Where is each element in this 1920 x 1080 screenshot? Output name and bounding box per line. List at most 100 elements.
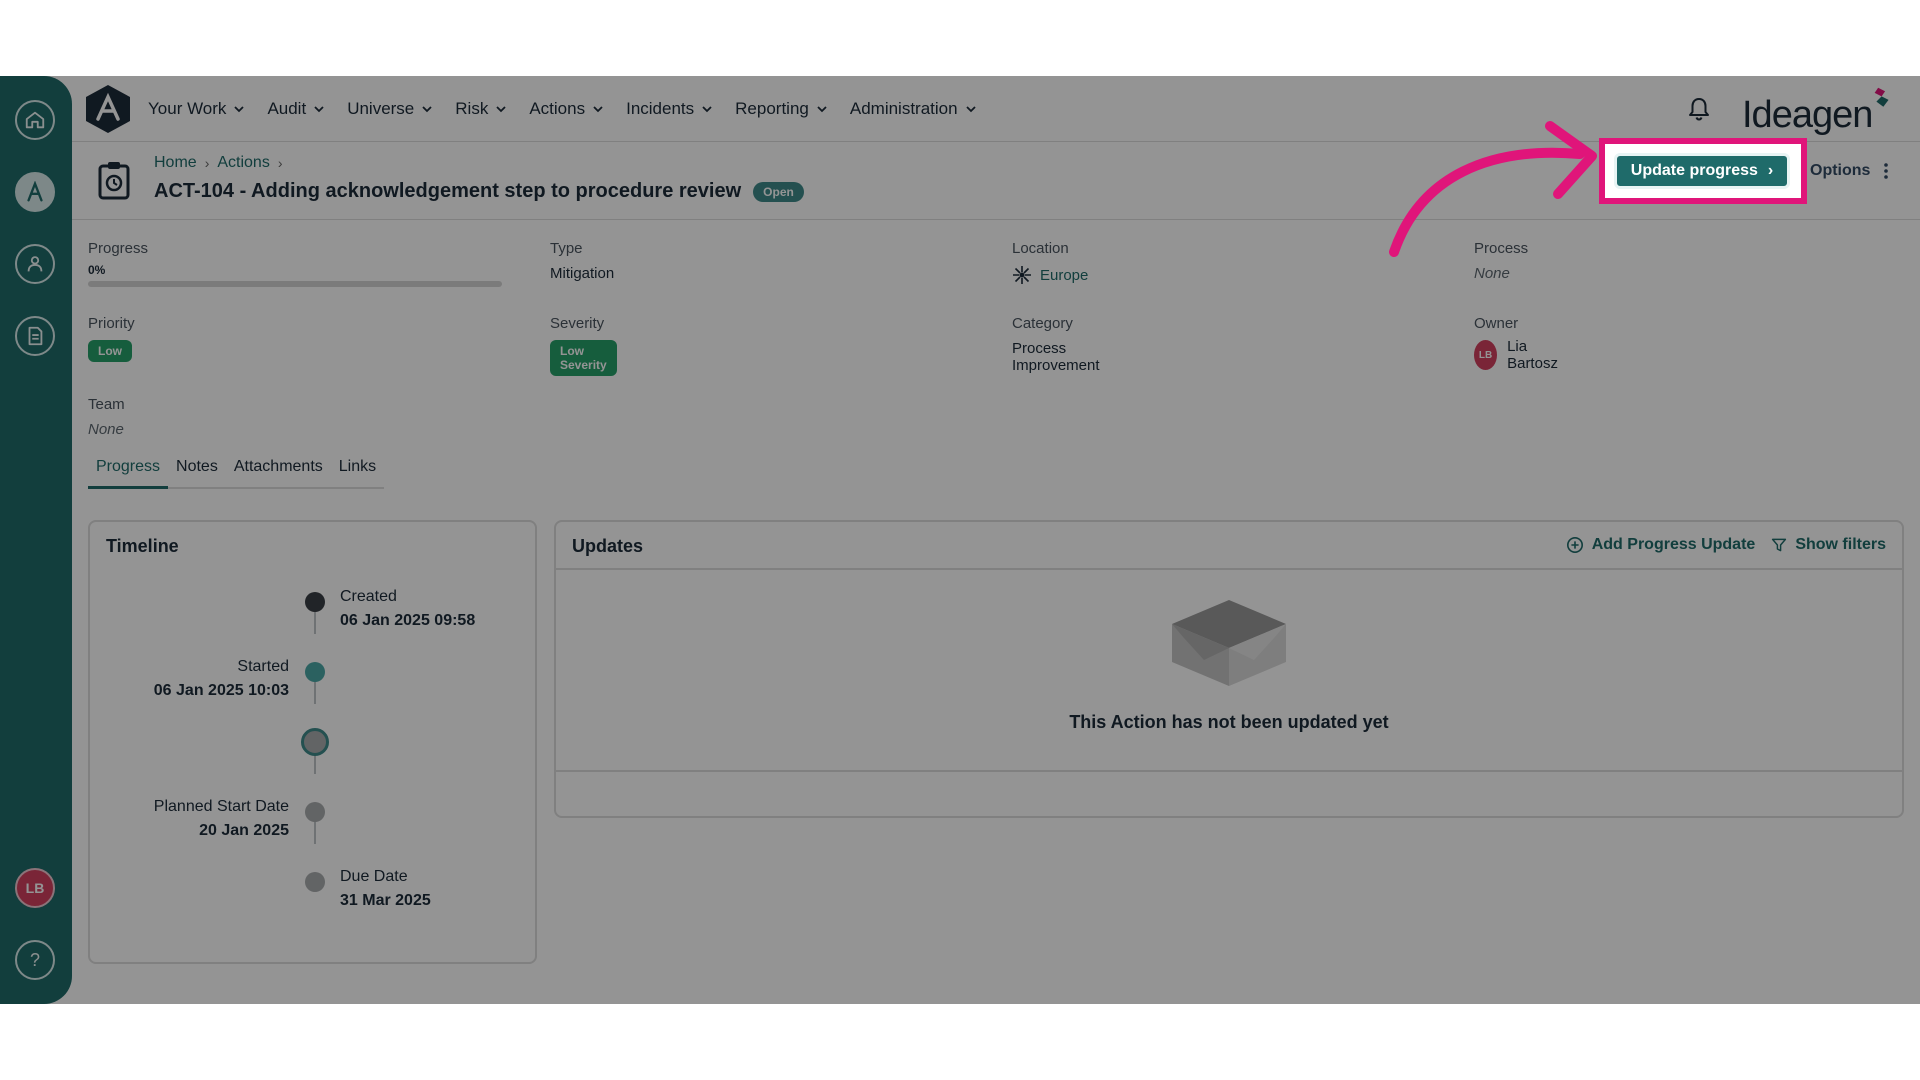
- breadcrumb-home-link[interactable]: Home: [154, 154, 197, 172]
- timeline-event-label: Planned Start Date: [153, 798, 289, 815]
- nav-administration-label: Administration: [849, 99, 958, 118]
- field-owner-value: Lia Bartosz: [1507, 338, 1558, 372]
- brand-logo: Ideagen: [1742, 86, 1892, 136]
- user-avatar[interactable]: LB: [15, 868, 55, 908]
- options-label: Options: [1810, 162, 1871, 179]
- nav-risk[interactable]: Risk: [455, 99, 507, 119]
- sidebar-home-button[interactable]: [15, 100, 55, 140]
- breadcrumb-chevron-icon: ›: [277, 155, 283, 171]
- field-type-label: Type: [550, 240, 583, 257]
- field-team-label: Team: [88, 396, 125, 413]
- update-progress-label: Update progress: [1630, 162, 1758, 179]
- timeline-event-label: Due Date: [340, 868, 408, 885]
- timeline-event-date: 06 Jan 2025 09:58: [340, 612, 476, 629]
- filter-icon: [1772, 538, 1787, 552]
- field-team: Team None: [88, 396, 125, 438]
- nav-your-work[interactable]: Your Work: [148, 99, 245, 119]
- progress-bar: [88, 281, 502, 287]
- nav-audit-label: Audit: [267, 99, 307, 118]
- sidebar-app-button[interactable]: [15, 172, 55, 212]
- breadcrumb-actions-link[interactable]: Actions: [217, 154, 269, 172]
- nav-audit[interactable]: Audit: [267, 99, 325, 119]
- tab-progress[interactable]: Progress: [88, 458, 169, 489]
- timeline-event-created: Created 06 Jan 2025 09:58: [340, 588, 475, 630]
- action-clipboard-icon: [98, 162, 130, 200]
- timeline-dot-planned-start: [305, 802, 325, 822]
- nav-actions-label: Actions: [529, 99, 586, 118]
- nav-incidents[interactable]: Incidents: [626, 99, 713, 119]
- options-menu-button[interactable]: Options: [1810, 162, 1889, 180]
- detail-tabs: Progress Notes Attachments Links: [88, 458, 385, 489]
- timeline-title: Timeline: [106, 536, 179, 556]
- nav-universe[interactable]: Universe: [347, 99, 433, 119]
- nav-actions[interactable]: Actions: [529, 99, 604, 119]
- progress-percent: 0%: [88, 263, 106, 277]
- chevron-down-icon: [234, 106, 245, 113]
- more-vertical-icon: [1884, 163, 1889, 179]
- timeline-event-label: Started: [237, 658, 289, 675]
- nav-universe-label: Universe: [347, 99, 415, 118]
- app-logo-icon[interactable]: [84, 83, 132, 135]
- main-menu: Your Work Audit Universe Risk Actions In…: [148, 76, 977, 142]
- field-category-label: Category: [1012, 315, 1073, 332]
- chevron-down-icon: [422, 106, 432, 113]
- help-button[interactable]: ?: [15, 940, 55, 980]
- breadcrumb: Home › Actions ›: [154, 154, 283, 172]
- nav-risk-label: Risk: [455, 99, 489, 118]
- chevron-down-icon: [702, 106, 712, 113]
- timeline-event-started: Started 06 Jan 2025 10:03: [154, 658, 289, 700]
- pointer-arrow-icon: [1389, 121, 1597, 257]
- field-priority-label: Priority: [88, 315, 135, 332]
- timeline-event-date: 20 Jan 2025: [199, 822, 289, 839]
- timeline-event-due: Due Date 31 Mar 2025: [340, 868, 431, 910]
- show-filters-label: Show filters: [1795, 536, 1886, 553]
- breadcrumb-chevron-icon: ›: [204, 155, 210, 171]
- update-progress-button[interactable]: Update progress ›: [1614, 153, 1790, 189]
- document-icon: [28, 326, 43, 346]
- nav-your-work-label: Your Work: [148, 99, 227, 118]
- people-icon: [27, 256, 43, 272]
- notification-bell-icon[interactable]: [1686, 96, 1712, 122]
- field-category: Category Process Improvement: [1012, 315, 1100, 374]
- chevron-down-icon: [817, 106, 827, 113]
- empty-state-message: This Action has not been updated yet: [1069, 712, 1389, 732]
- page-title: ACT-104 - Adding acknowledgement step to…: [154, 180, 804, 203]
- tab-links[interactable]: Links: [331, 458, 384, 487]
- tab-attachments[interactable]: Attachments: [226, 458, 331, 487]
- brand-name: Ideagen: [1742, 94, 1873, 136]
- updates-header: Updates Add Progress Update Show filters: [556, 522, 1902, 570]
- updates-footer-divider: [556, 770, 1902, 772]
- status-badge: Open: [753, 181, 804, 202]
- timeline-event-date: 06 Jan 2025 10:03: [153, 682, 289, 699]
- field-severity: Severity Low Severity: [550, 315, 617, 376]
- home-icon: [25, 111, 45, 129]
- owner-chip[interactable]: LB Lia Bartosz: [1474, 338, 1565, 372]
- app-a-icon: [27, 181, 43, 202]
- field-priority: Priority Low: [88, 315, 135, 362]
- timeline-dot-due: [305, 872, 325, 892]
- show-filters-button[interactable]: Show filters: [1771, 536, 1886, 554]
- chevron-down-icon: [496, 106, 506, 113]
- field-owner-label: Owner: [1474, 315, 1519, 332]
- timeline-dot-created: [305, 592, 325, 612]
- nav-reporting[interactable]: Reporting: [735, 99, 828, 119]
- add-progress-update-label: Add Progress Update: [1591, 536, 1756, 553]
- sidebar-documents-button[interactable]: [15, 316, 55, 356]
- empty-box-icon: [1172, 600, 1286, 686]
- sidebar-people-button[interactable]: [15, 244, 55, 284]
- field-team-value: None: [88, 421, 124, 438]
- field-type: Type Mitigation: [550, 240, 614, 282]
- timeline-dot-started: [305, 662, 325, 682]
- tab-notes[interactable]: Notes: [168, 458, 226, 487]
- nav-reporting-label: Reporting: [735, 99, 809, 118]
- field-type-value: Mitigation: [550, 265, 615, 282]
- severity-badge: Low Severity: [550, 340, 617, 376]
- location-link[interactable]: Europe: [1012, 265, 1088, 285]
- field-location-value: Europe: [1040, 266, 1089, 284]
- timeline-event-label: Created: [340, 588, 397, 605]
- timeline-event-planned-start: Planned Start Date 20 Jan 2025: [154, 798, 289, 840]
- add-progress-update-button[interactable]: Add Progress Update: [1566, 536, 1756, 554]
- nav-administration[interactable]: Administration: [850, 99, 977, 119]
- field-owner: Owner LB Lia Bartosz: [1474, 315, 1565, 372]
- timeline-event-date: 31 Mar 2025: [340, 892, 431, 909]
